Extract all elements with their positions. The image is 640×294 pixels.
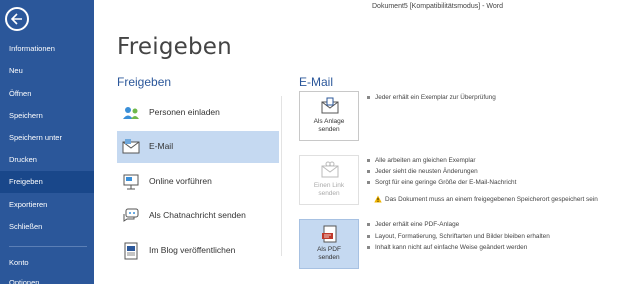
button-label-line2: senden: [318, 190, 340, 197]
send-as-pdf-button[interactable]: Als PDF senden: [299, 219, 359, 269]
warning-icon: [374, 195, 382, 203]
attachment-email-icon: [321, 97, 339, 114]
chat-icon: [123, 208, 139, 222]
nav-item-schliessen[interactable]: Schließen: [0, 216, 94, 238]
pdf-bullet: Jeder erhält eine PDF-Anlage: [366, 221, 460, 228]
button-label-line2: senden: [318, 254, 340, 261]
nav-item-konto[interactable]: Konto: [0, 252, 94, 274]
button-label-line1: Als Anlage: [313, 118, 345, 125]
nav-divider: [9, 246, 87, 247]
pdf-icon: [322, 225, 337, 243]
nav-item-exportieren[interactable]: Exportieren: [0, 194, 94, 216]
people-icon: [123, 107, 139, 119]
nav-item-drucken[interactable]: Drucken: [0, 149, 94, 171]
option-label: Im Blog veröffentlichen: [149, 245, 236, 255]
nav-item-freigeben[interactable]: Freigeben: [0, 171, 94, 193]
link-warning: Das Dokument muss an einem freigegebenen…: [374, 195, 598, 203]
link-bullet: Jeder sieht die neusten Änderungen: [367, 168, 478, 175]
nav-item-speichern[interactable]: Speichern: [0, 105, 94, 127]
email-icon: [122, 139, 140, 154]
nav-item-neu[interactable]: Neu: [0, 60, 94, 82]
button-label-line1: Als PDF: [317, 246, 341, 253]
option-label: Online vorführen: [149, 176, 212, 186]
link-email-icon: [321, 161, 339, 178]
nav-item-informationen[interactable]: Informationen: [0, 38, 94, 60]
option-personen-einladen[interactable]: Personen einladen: [117, 97, 279, 129]
backstage-nav: Informationen Neu Öffnen Speichern Speic…: [0, 0, 94, 287]
window-title: Dokument5 [Kompatibilitätsmodus] - Word: [372, 3, 503, 10]
nav-item-speichern-unter[interactable]: Speichern unter: [0, 127, 94, 149]
option-chatnachricht[interactable]: Als Chatnachricht senden: [117, 200, 279, 232]
send-as-attachment-button[interactable]: Als Anlage senden: [299, 91, 359, 141]
button-label-line2: senden: [318, 126, 340, 133]
option-blog[interactable]: Im Blog veröffentlichen: [117, 235, 279, 267]
blog-icon: [124, 242, 138, 260]
nav-item-optionen[interactable]: Optionen: [0, 272, 94, 294]
link-bullet: Alle arbeiten am gleichen Exemplar: [367, 157, 476, 164]
option-label: Als Chatnachricht senden: [149, 210, 246, 220]
back-button[interactable]: [5, 7, 29, 31]
share-heading: Freigeben: [117, 75, 172, 89]
option-label: Personen einladen: [149, 107, 220, 117]
page-title: Freigeben: [117, 34, 232, 60]
nav-item-oeffnen[interactable]: Öffnen: [0, 83, 94, 105]
option-online-vorfuehren[interactable]: Online vorführen: [117, 166, 279, 198]
button-label-line1: Einen Link: [313, 182, 345, 189]
arrow-left-icon: [10, 13, 22, 25]
option-email[interactable]: E-Mail: [117, 131, 279, 163]
email-heading: E-Mail: [299, 75, 334, 89]
present-online-icon: [123, 174, 139, 190]
pdf-bullet: Inhalt kann nicht auf einfache Weise geä…: [366, 244, 528, 251]
option-label: E-Mail: [149, 141, 174, 151]
send-link-button[interactable]: Einen Link senden: [299, 155, 359, 205]
attachment-bullet: Jeder erhält ein Exemplar zur Überprüfun…: [367, 94, 496, 101]
warning-text: Das Dokument muss an einem freigegebenen…: [385, 196, 598, 203]
link-bullet: Sorgt für eine geringe Größe der E-Mail-…: [366, 179, 517, 186]
pdf-bullet: Layout, Formatierung, Schriftarten und B…: [367, 233, 550, 240]
column-divider: [281, 96, 282, 256]
